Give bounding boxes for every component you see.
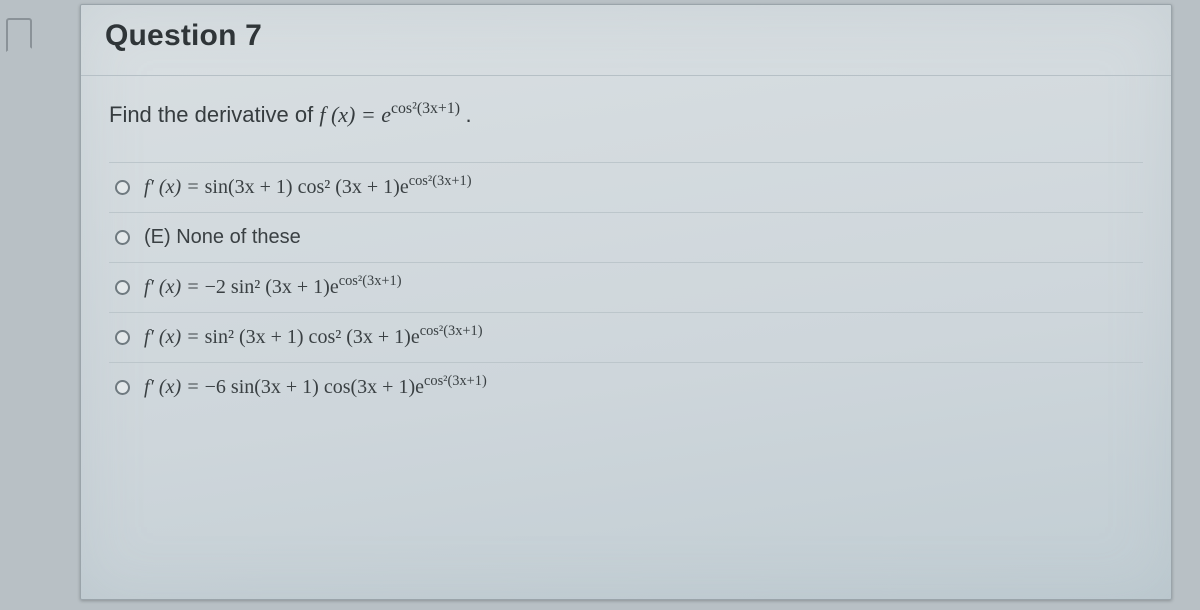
option-body: sin² (3x + 1) cos² (3x + 1)e: [205, 326, 420, 348]
question-prompt: Find the derivative of f (x) = ecos²(3x+…: [109, 102, 1143, 128]
radio-icon: [115, 280, 130, 295]
option-content: f′ (x) = −2 sin² (3x + 1)ecos²(3x+1): [144, 276, 402, 299]
option-content: f′ (x) = −6 sin(3x + 1) cos(3x + 1)ecos²…: [144, 376, 487, 399]
option-exp: cos²(3x+1): [420, 323, 483, 339]
option-exp: cos²(3x+1): [409, 173, 472, 189]
option-lhs: f′ (x) =: [144, 276, 205, 298]
option-lhs: f′ (x) =: [144, 176, 205, 198]
option-exp: cos²(3x+1): [424, 373, 487, 389]
question-card: Question 7 Find the derivative of f (x) …: [80, 4, 1172, 600]
question-header: Question 7: [81, 5, 1171, 76]
option-content: f′ (x) = sin² (3x + 1) cos² (3x + 1)ecos…: [144, 326, 483, 349]
question-title: Question 7: [105, 19, 1147, 53]
radio-icon: [115, 380, 130, 395]
option-body: (E) None of these: [144, 226, 301, 248]
option-lhs: f′ (x) =: [144, 326, 205, 348]
prompt-lead: Find the derivative of: [109, 102, 319, 127]
option-b[interactable]: f′ (x) = −2 sin² (3x + 1)ecos²(3x+1): [109, 263, 1143, 313]
prompt-func-lhs: f (x) = e: [319, 102, 391, 127]
radio-icon: [115, 180, 130, 195]
option-body: −6 sin(3x + 1) cos(3x + 1)e: [205, 376, 424, 398]
radio-icon: [115, 230, 130, 245]
option-d[interactable]: f′ (x) = −6 sin(3x + 1) cos(3x + 1)ecos²…: [109, 363, 1143, 412]
option-body: −2 sin² (3x + 1)e: [205, 276, 339, 298]
prompt-trail: .: [466, 102, 472, 127]
radio-icon: [115, 330, 130, 345]
option-e[interactable]: (E) None of these: [109, 213, 1143, 263]
option-body: sin(3x + 1) cos² (3x + 1)e: [205, 176, 409, 198]
option-content: (E) None of these: [144, 226, 301, 249]
question-body: Find the derivative of f (x) = ecos²(3x+…: [81, 76, 1171, 422]
option-content: f′ (x) = sin(3x + 1) cos² (3x + 1)ecos²(…: [144, 176, 472, 199]
options-list: f′ (x) = sin(3x + 1) cos² (3x + 1)ecos²(…: [109, 162, 1143, 412]
prompt-function: f (x) = ecos²(3x+1): [319, 102, 465, 127]
option-exp: cos²(3x+1): [339, 273, 402, 289]
option-a[interactable]: f′ (x) = sin(3x + 1) cos² (3x + 1)ecos²(…: [109, 163, 1143, 213]
option-lhs: f′ (x) =: [144, 376, 205, 398]
option-c[interactable]: f′ (x) = sin² (3x + 1) cos² (3x + 1)ecos…: [109, 313, 1143, 363]
prompt-func-exp: cos²(3x+1): [391, 100, 460, 117]
bookmark-icon: [6, 18, 32, 52]
